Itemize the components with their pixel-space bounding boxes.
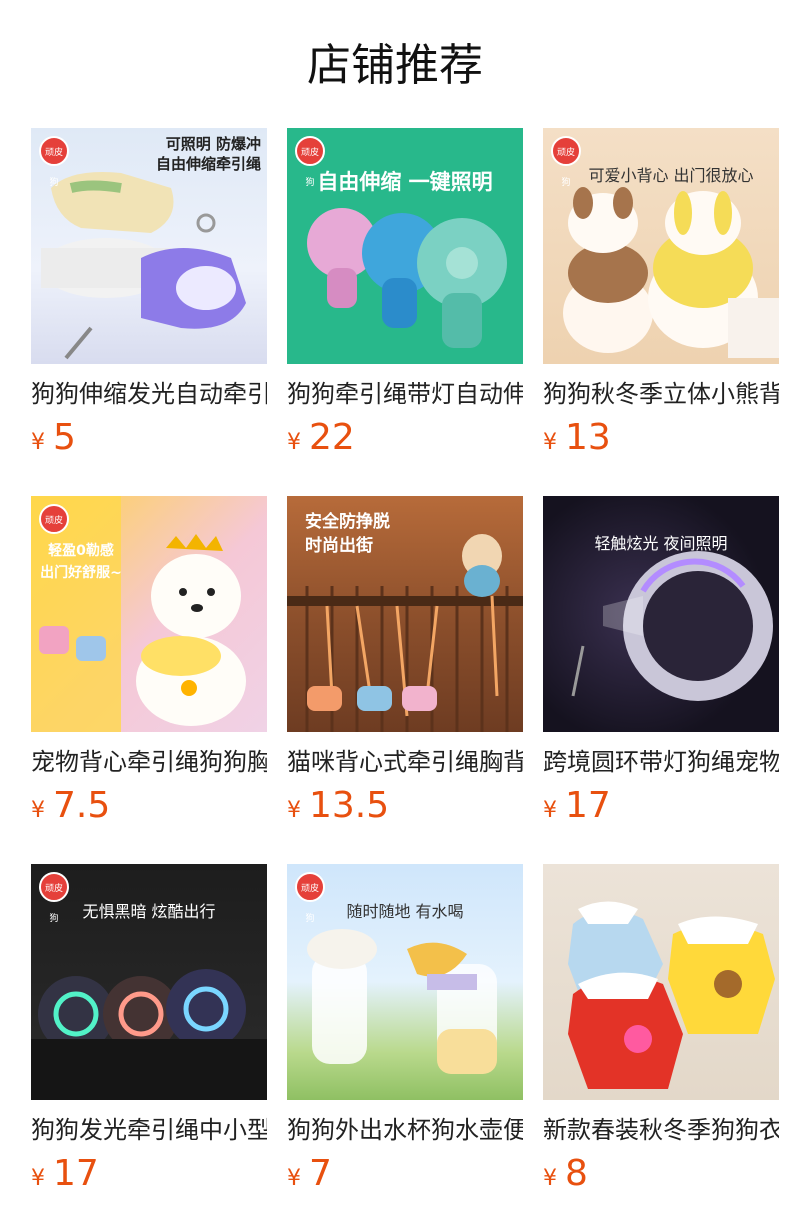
product-price: ¥17 <box>543 785 611 826</box>
clothing-illustration <box>568 901 775 1089</box>
product-name[interactable]: 狗狗发光牵引绳中小型犬 <box>31 1112 267 1148</box>
product-price: ¥13.5 <box>287 785 390 826</box>
product-price: ¥7 <box>287 1153 332 1194</box>
product-card[interactable]: 新款春装秋冬季狗狗衣服 ¥8 <box>543 864 779 1201</box>
product-card[interactable]: 顽皮狗 轻盈0勒感 出门好舒服~ 宠物背心牵引绳狗狗胸背 ¥7.5 <box>31 496 267 833</box>
product-card[interactable]: 顽皮狗 自由伸缩 一键照明 狗狗牵引绳带灯自动伸缩 ¥22 <box>287 128 523 465</box>
brand-logo: 顽皮狗 <box>39 136 69 188</box>
brand-logo: 顽皮狗 <box>295 136 325 188</box>
product-image[interactable]: 顽皮狗 无惧黑暗 炫酷出行 <box>31 864 267 1100</box>
product-card[interactable]: 轻触炫光 夜间照明 跨境圆环带灯狗绳宠物用品 ¥17 <box>543 496 779 833</box>
image-banner-text: 轻盈0勒感 出门好舒服~ <box>40 543 122 581</box>
product-image[interactable]: 顽皮狗 可爱小背心 出门很放心 <box>543 128 779 364</box>
image-banner-text: 可爱小背心 出门很放心 <box>588 166 754 185</box>
product-price: ¥8 <box>543 1153 588 1194</box>
product-name[interactable]: 宠物背心牵引绳狗狗胸背 <box>31 744 267 780</box>
image-banner-text: 可照明 防爆冲 自由伸缩牵引绳 <box>155 135 261 173</box>
leash-illustration <box>307 208 507 348</box>
image-banner-text: 安全防挣脱 时尚出街 <box>305 512 390 556</box>
image-banner-text: 自由伸缩 一键照明 <box>317 170 493 194</box>
product-name[interactable]: 狗狗牵引绳带灯自动伸缩 <box>287 376 523 412</box>
product-price: ¥17 <box>31 1153 99 1194</box>
product-image[interactable] <box>543 864 779 1100</box>
product-card[interactable]: 顽皮狗 可照明 防爆冲 自由伸缩牵引绳 狗狗伸缩发光自动牵引绳 ¥5 <box>31 128 267 465</box>
product-image[interactable]: 安全防挣脱 时尚出街 <box>287 496 523 732</box>
product-name[interactable]: 狗狗外出水杯狗水壶便携 <box>287 1112 523 1148</box>
product-image[interactable]: 顽皮狗 自由伸缩 一键照明 <box>287 128 523 364</box>
product-price: ¥22 <box>287 417 355 458</box>
product-card[interactable]: 安全防挣脱 时尚出街 猫咪背心式牵引绳胸背带 ¥13.5 <box>287 496 523 833</box>
product-name[interactable]: 狗狗伸缩发光自动牵引绳 <box>31 376 267 412</box>
product-image[interactable]: 顽皮狗 可照明 防爆冲 自由伸缩牵引绳 <box>31 128 267 364</box>
product-image[interactable]: 顽皮狗 轻盈0勒感 出门好舒服~ <box>31 496 267 732</box>
brand-logo: 顽皮狗 <box>39 504 69 556</box>
section-title: 店铺推荐 <box>307 40 483 91</box>
product-card[interactable]: 顽皮狗 无惧黑暗 炫酷出行 狗狗发光牵引绳中小型犬 ¥17 <box>31 864 267 1201</box>
product-image[interactable]: 轻触炫光 夜间照明 <box>543 496 779 732</box>
product-name[interactable]: 新款春装秋冬季狗狗衣服 <box>543 1112 779 1148</box>
product-price: ¥5 <box>31 417 76 458</box>
product-price: ¥13 <box>543 417 611 458</box>
product-name[interactable]: 狗狗秋冬季立体小熊背心 <box>543 376 779 412</box>
product-card[interactable]: 顽皮狗 随时随地 有水喝 狗狗外出水杯狗水壶便携 ¥7 <box>287 864 523 1201</box>
dog-illustration <box>31 496 246 732</box>
product-name[interactable]: 猫咪背心式牵引绳胸背带 <box>287 744 523 780</box>
image-banner-text: 随时随地 有水喝 <box>346 902 464 921</box>
product-card[interactable]: 顽皮狗 可爱小背心 出门很放心 狗狗秋冬季立体小熊背心 ¥13 <box>543 128 779 465</box>
product-price: ¥7.5 <box>31 785 111 826</box>
image-banner-text: 轻触炫光 夜间照明 <box>594 534 728 553</box>
image-banner-text: 无惧黑暗 炫酷出行 <box>82 902 216 921</box>
product-image[interactable]: 顽皮狗 随时随地 有水喝 <box>287 864 523 1100</box>
product-name[interactable]: 跨境圆环带灯狗绳宠物用品 <box>543 744 779 780</box>
